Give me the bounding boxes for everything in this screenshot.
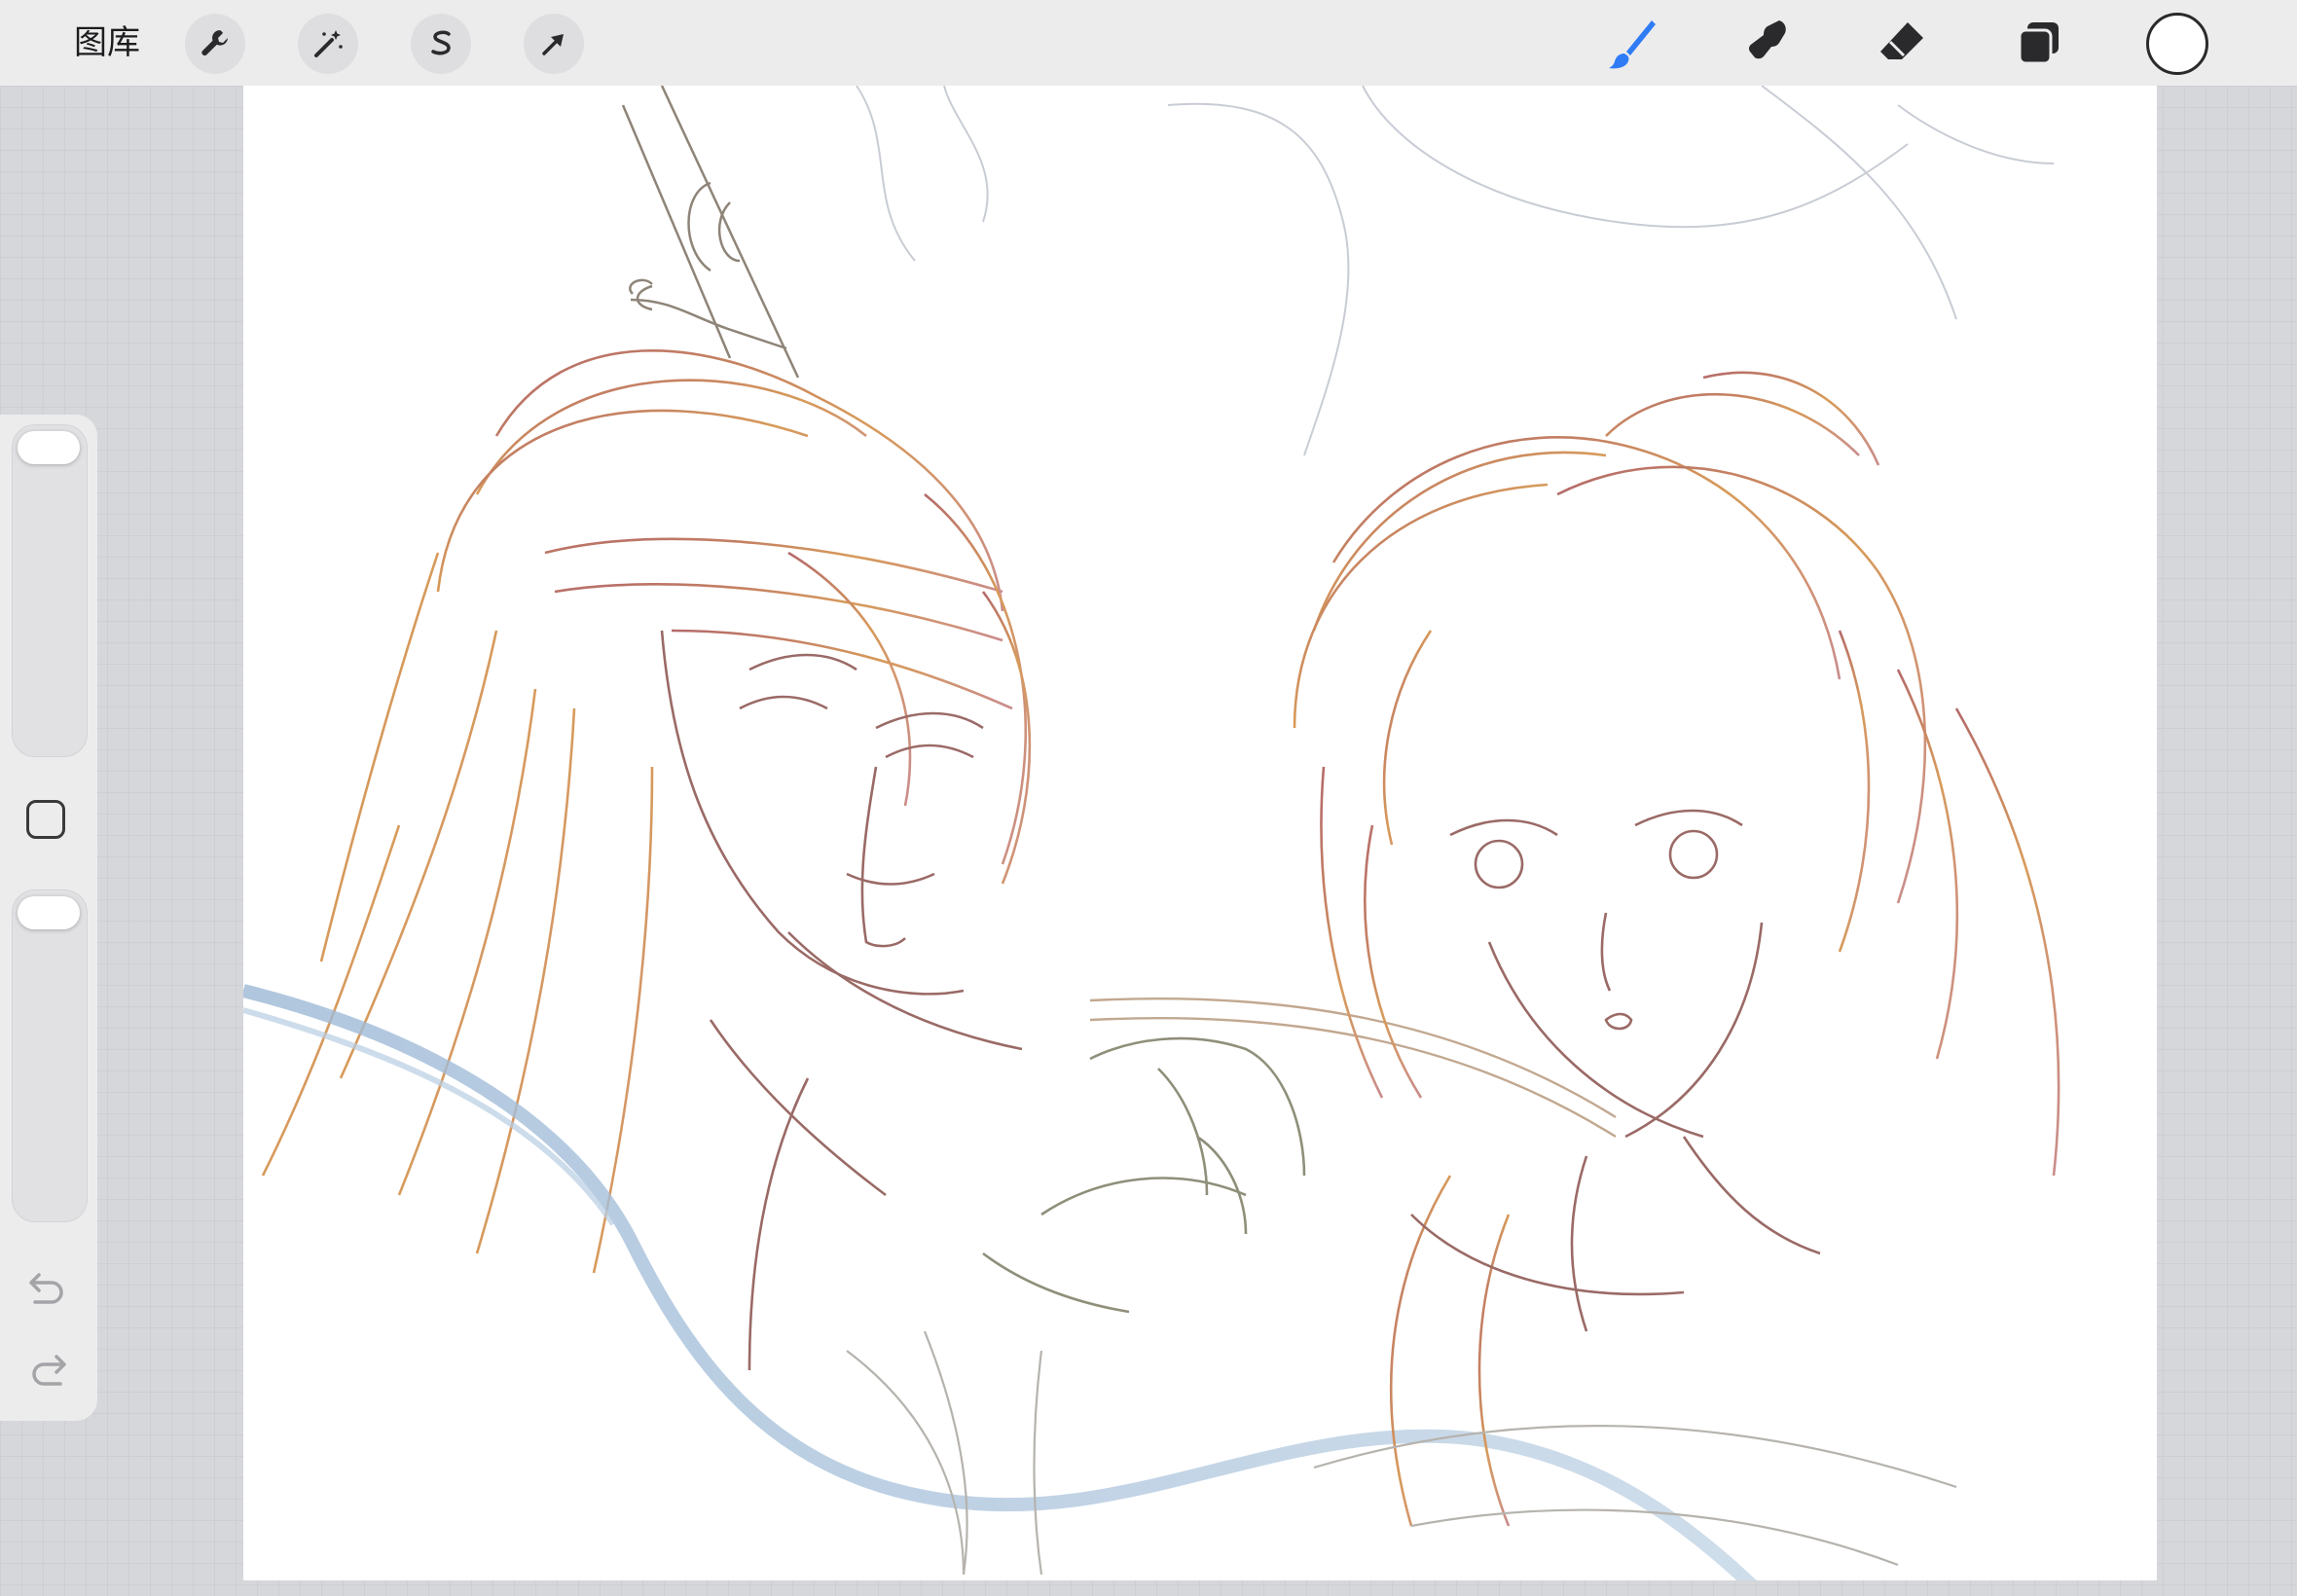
eraser-tool-button[interactable] [1871,14,1933,74]
selection-s-icon [431,30,451,55]
smudge-finger-icon [1748,20,1786,59]
arrow-cursor-icon [542,34,564,55]
eraser-icon [1880,22,1923,59]
left-sidebar [0,415,97,1421]
brush-tool-button[interactable] [1601,14,1663,74]
layers-icon [2018,22,2059,65]
magic-wand-icon [314,30,343,57]
brush-size-slider-thumb[interactable] [18,431,80,464]
gallery-button[interactable]: 图库 [74,19,140,66]
top-toolbar: 图库 [0,0,2297,87]
actions-button[interactable] [185,14,245,74]
redo-arrow-icon [32,1355,66,1386]
drawing-canvas[interactable] [243,86,2157,1580]
smudge-tool-button[interactable] [1736,14,1799,74]
opacity-slider-thumb[interactable] [18,896,80,929]
selection-button[interactable] [411,14,471,74]
undo-button[interactable] [25,1267,70,1310]
modify-button[interactable] [26,800,65,839]
line-art-illustration [243,86,2060,1580]
undo-arrow-icon [29,1273,63,1304]
transform-button[interactable] [524,14,584,74]
opacity-slider[interactable] [12,889,88,1222]
adjustments-button[interactable] [298,14,358,74]
brush-icon [1609,20,1656,69]
brush-size-slider[interactable] [12,424,88,757]
wrench-icon [201,30,228,56]
layers-button[interactable] [2008,14,2070,74]
redo-button[interactable] [25,1349,70,1392]
color-picker-button[interactable] [2146,13,2208,75]
